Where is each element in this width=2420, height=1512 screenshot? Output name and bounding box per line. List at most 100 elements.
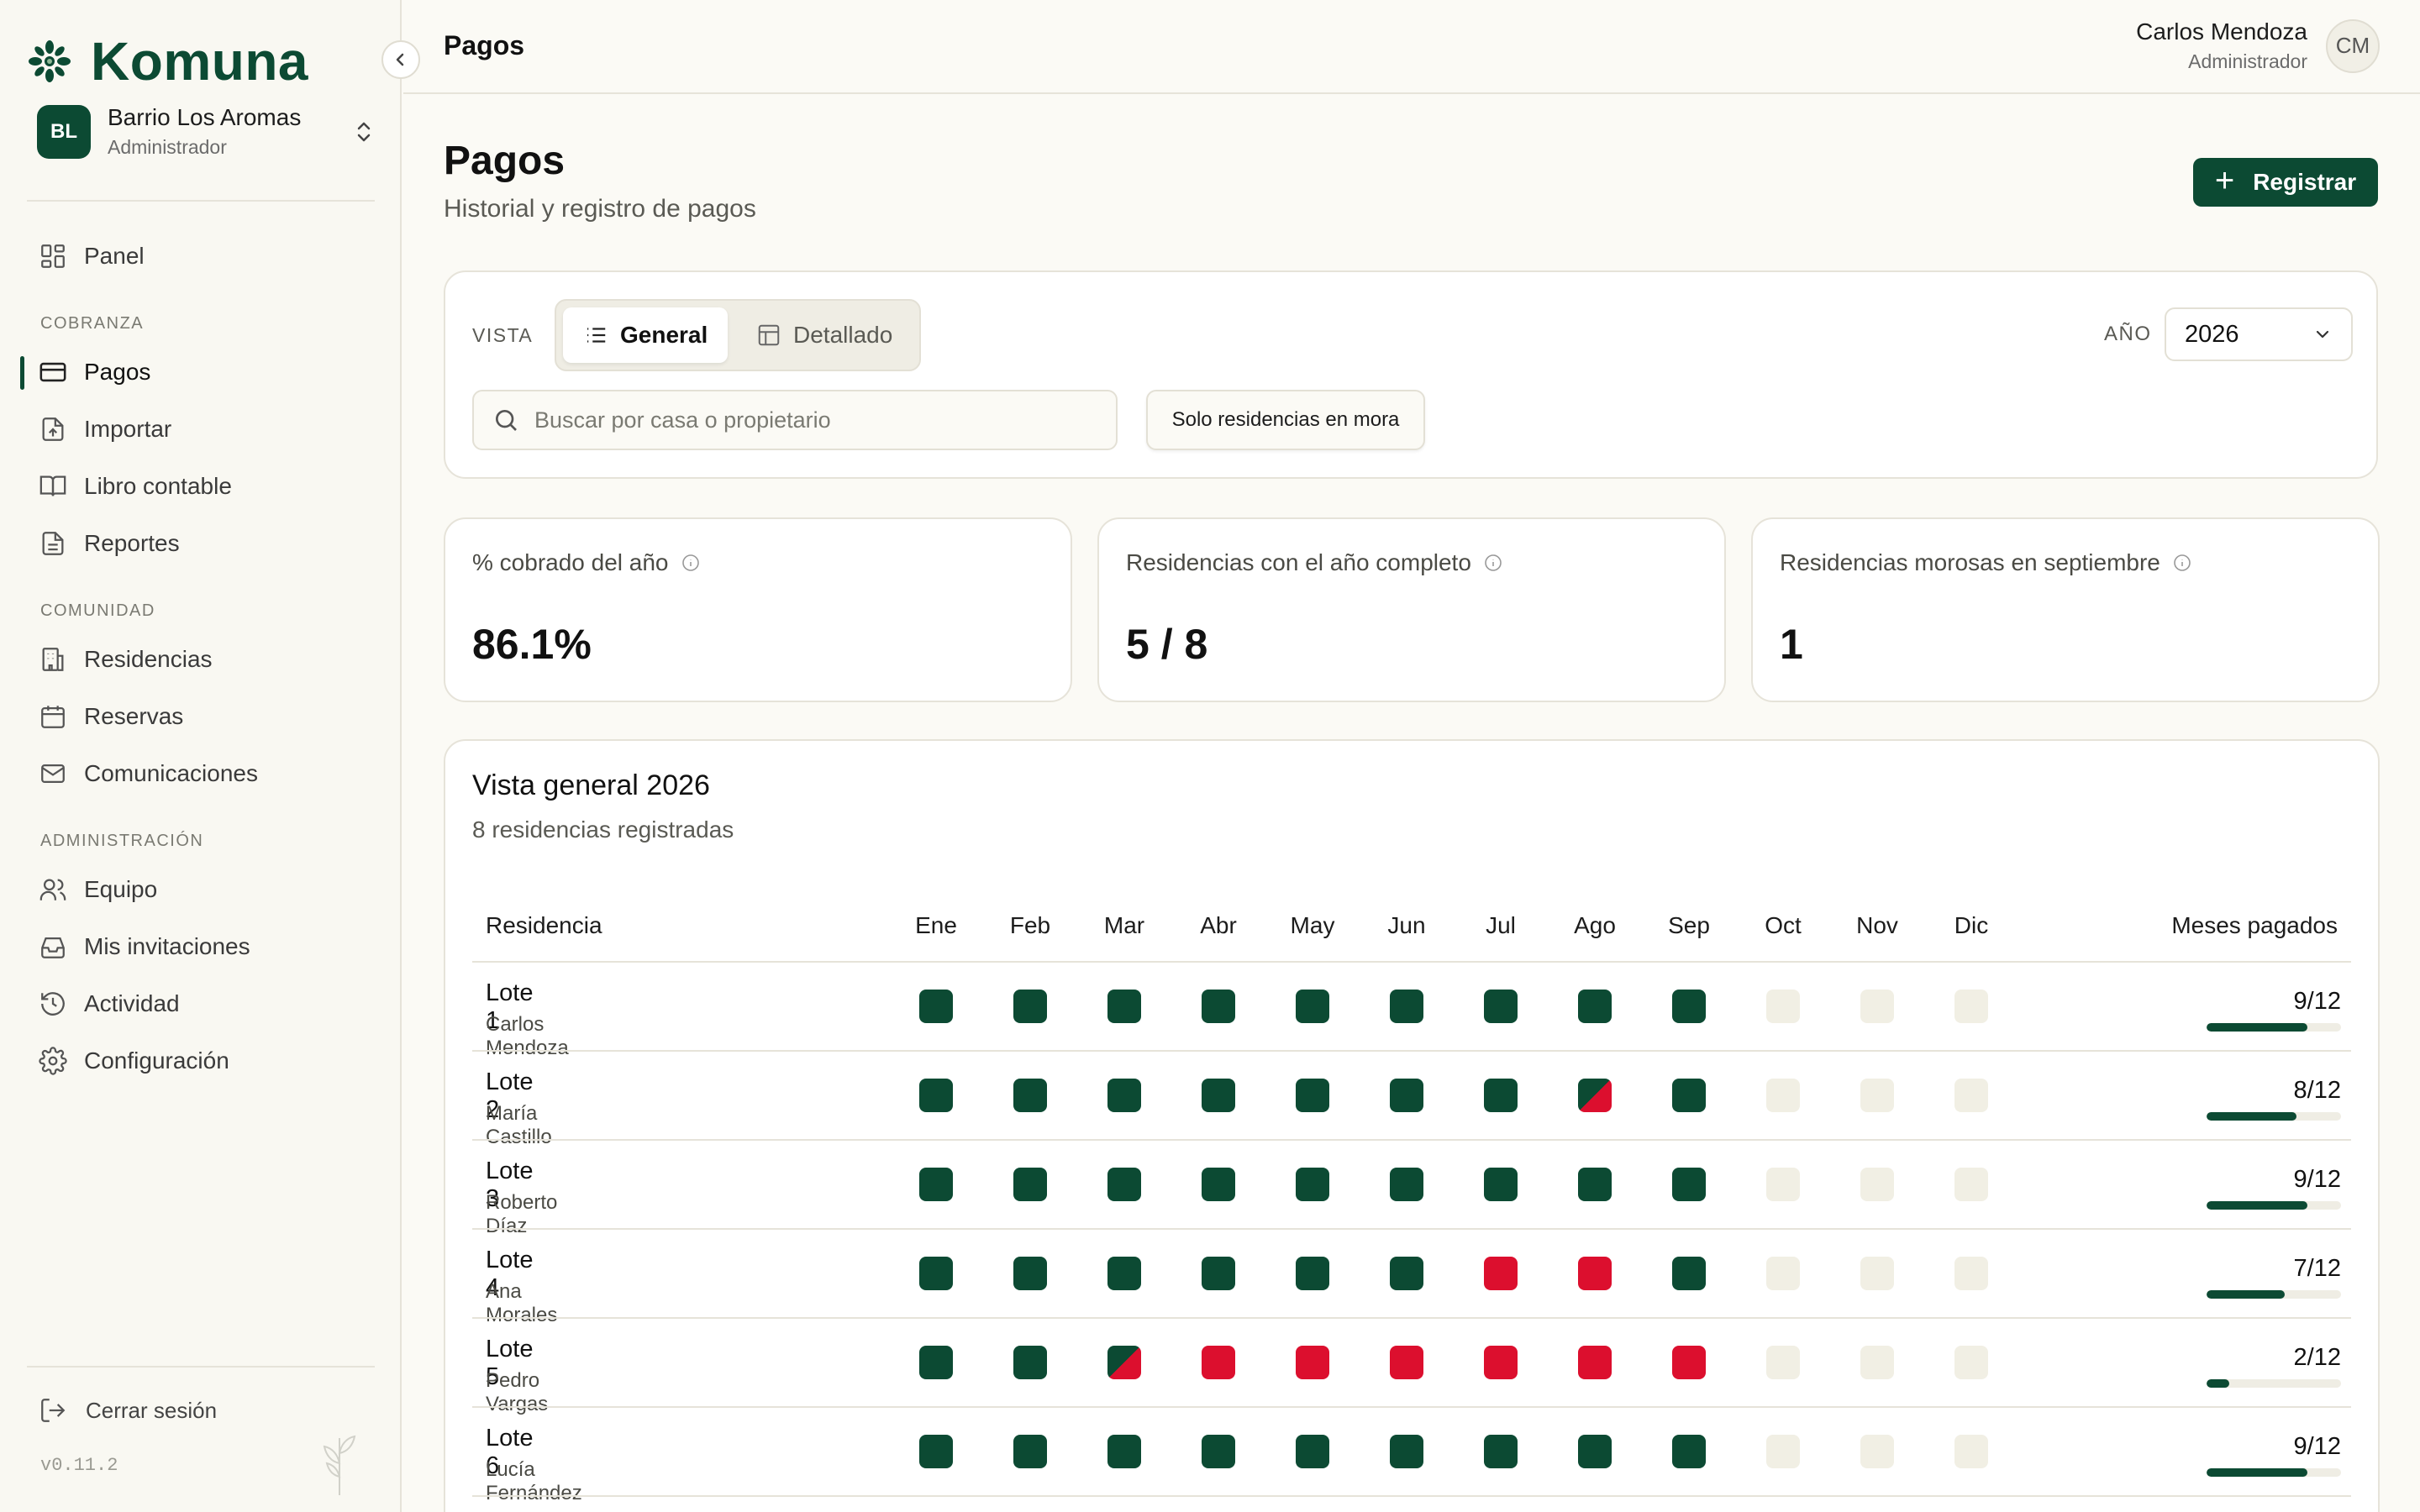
payment-cell-paid[interactable] — [1107, 1168, 1141, 1201]
payment-cell-paid[interactable] — [1578, 990, 1612, 1023]
payment-cell-pending[interactable] — [1860, 1079, 1894, 1112]
payment-cell-paid[interactable] — [1013, 1079, 1047, 1112]
payment-cell-paid[interactable] — [919, 1079, 953, 1112]
payment-cell-paid[interactable] — [1107, 1257, 1141, 1290]
payment-cell-paid[interactable] — [1107, 990, 1141, 1023]
payment-cell-late[interactable] — [1390, 1346, 1423, 1379]
sidebar-item-mis-invitaciones[interactable]: Mis invitaciones — [39, 932, 250, 961]
payment-cell-paid[interactable] — [1202, 990, 1235, 1023]
payment-cell-paid[interactable] — [1296, 1079, 1329, 1112]
payment-cell-partial[interactable] — [1578, 1079, 1612, 1112]
payment-cell-paid[interactable] — [1107, 1079, 1141, 1112]
org-switcher[interactable]: BL Barrio Los Aromas Administrador — [37, 104, 373, 159]
mora-filter-button[interactable]: Solo residencias en mora — [1146, 390, 1425, 450]
sidebar-item-libro-contable[interactable]: Libro contable — [39, 472, 232, 501]
payment-cell-paid[interactable] — [1107, 1435, 1141, 1468]
user-menu[interactable]: Carlos Mendoza Administrador CM — [2136, 18, 2380, 73]
payment-cell-pending[interactable] — [1766, 990, 1800, 1023]
payment-cell-pending[interactable] — [1954, 1257, 1988, 1290]
logout-button[interactable]: Cerrar sesión — [39, 1396, 217, 1425]
payment-cell-paid[interactable] — [1390, 1079, 1423, 1112]
payment-cell-paid[interactable] — [1672, 1168, 1706, 1201]
payment-cell-paid[interactable] — [1013, 1435, 1047, 1468]
payment-cell-paid[interactable] — [1013, 990, 1047, 1023]
payment-cell-paid[interactable] — [1578, 1168, 1612, 1201]
payment-cell-paid[interactable] — [1202, 1079, 1235, 1112]
payment-cell-pending[interactable] — [1766, 1168, 1800, 1201]
avatar[interactable]: CM — [2326, 18, 2380, 73]
payment-cell-paid[interactable] — [1202, 1435, 1235, 1468]
payment-cell-pending[interactable] — [1860, 1346, 1894, 1379]
sidebar-item-panel[interactable]: Panel — [39, 242, 145, 270]
payment-cell-late[interactable] — [1578, 1346, 1612, 1379]
sidebar-item-comunicaciones[interactable]: Comunicaciones — [39, 759, 258, 788]
payment-cell-paid[interactable] — [1672, 1079, 1706, 1112]
search-icon — [496, 410, 517, 431]
search-input[interactable]: Buscar por casa o propietario — [472, 390, 1118, 450]
payment-cell-paid[interactable] — [1484, 1079, 1518, 1112]
payment-cell-late[interactable] — [1484, 1346, 1518, 1379]
view-option-general[interactable]: General — [563, 307, 729, 363]
payment-cell-pending[interactable] — [1954, 1079, 1988, 1112]
payment-cell-paid[interactable] — [1296, 1435, 1329, 1468]
payment-cell-paid[interactable] — [1013, 1257, 1047, 1290]
info-icon[interactable] — [2172, 553, 2192, 573]
payment-cell-late[interactable] — [1202, 1346, 1235, 1379]
payment-cell-paid[interactable] — [1296, 990, 1329, 1023]
payment-cell-paid[interactable] — [1672, 990, 1706, 1023]
payment-cell-paid[interactable] — [1578, 1435, 1612, 1468]
payment-cell-pending[interactable] — [1954, 990, 1988, 1023]
payment-cell-paid[interactable] — [919, 1168, 953, 1201]
payment-cell-paid[interactable] — [1484, 990, 1518, 1023]
payment-cell-partial[interactable] — [1107, 1346, 1141, 1379]
info-icon[interactable] — [681, 553, 701, 573]
payment-cell-paid[interactable] — [1672, 1257, 1706, 1290]
payment-cell-pending[interactable] — [1860, 990, 1894, 1023]
payment-cell-paid[interactable] — [1390, 1168, 1423, 1201]
payment-cell-pending[interactable] — [1860, 1257, 1894, 1290]
payment-cell-pending[interactable] — [1766, 1346, 1800, 1379]
register-button[interactable]: + Registrar — [2193, 158, 2378, 207]
payment-cell-late[interactable] — [1296, 1346, 1329, 1379]
sidebar-item-actividad[interactable]: Actividad — [39, 990, 180, 1018]
info-icon[interactable] — [1483, 553, 1503, 573]
sidebar-item-configuracion[interactable]: Configuración — [39, 1047, 229, 1075]
payment-cell-paid[interactable] — [919, 1435, 953, 1468]
payment-cell-pending[interactable] — [1860, 1435, 1894, 1468]
view-option-detallado[interactable]: Detallado — [736, 307, 913, 363]
payment-cell-late[interactable] — [1672, 1346, 1706, 1379]
payment-cell-pending[interactable] — [1766, 1257, 1800, 1290]
payment-cell-late[interactable] — [1484, 1257, 1518, 1290]
payment-cell-pending[interactable] — [1766, 1435, 1800, 1468]
collapse-sidebar-button[interactable] — [381, 40, 420, 79]
payment-cell-paid[interactable] — [919, 990, 953, 1023]
payment-cell-pending[interactable] — [1954, 1346, 1988, 1379]
payment-cell-paid[interactable] — [1013, 1346, 1047, 1379]
payment-cell-pending[interactable] — [1954, 1435, 1988, 1468]
year-select[interactable]: 2026 — [2165, 307, 2353, 361]
sidebar-item-residencias[interactable]: Residencias — [39, 645, 213, 674]
payment-cell-paid[interactable] — [1013, 1168, 1047, 1201]
payment-cell-pending[interactable] — [1860, 1168, 1894, 1201]
payment-cell-pending[interactable] — [1766, 1079, 1800, 1112]
payment-cell-late[interactable] — [1578, 1257, 1612, 1290]
payment-cell-pending[interactable] — [1954, 1168, 1988, 1201]
payment-cell-paid[interactable] — [1296, 1257, 1329, 1290]
sidebar-item-reservas[interactable]: Reservas — [39, 702, 183, 731]
sidebar-item-equipo[interactable]: Equipo — [39, 875, 157, 904]
payment-cell-paid[interactable] — [1390, 990, 1423, 1023]
payment-cell-paid[interactable] — [1202, 1257, 1235, 1290]
payment-cell-paid[interactable] — [1296, 1168, 1329, 1201]
payment-cell-paid[interactable] — [1202, 1168, 1235, 1201]
payment-cell-paid[interactable] — [1390, 1435, 1423, 1468]
payment-cell-paid[interactable] — [919, 1346, 953, 1379]
brand[interactable]: Komuna — [27, 30, 308, 92]
payment-cell-paid[interactable] — [919, 1257, 953, 1290]
payment-cell-paid[interactable] — [1484, 1435, 1518, 1468]
payment-cell-paid[interactable] — [1390, 1257, 1423, 1290]
sidebar-item-reportes[interactable]: Reportes — [39, 529, 180, 558]
sidebar-item-importar[interactable]: Importar — [39, 415, 171, 444]
payment-cell-paid[interactable] — [1484, 1168, 1518, 1201]
sidebar-item-pagos[interactable]: Pagos — [39, 358, 150, 386]
payment-cell-paid[interactable] — [1672, 1435, 1706, 1468]
